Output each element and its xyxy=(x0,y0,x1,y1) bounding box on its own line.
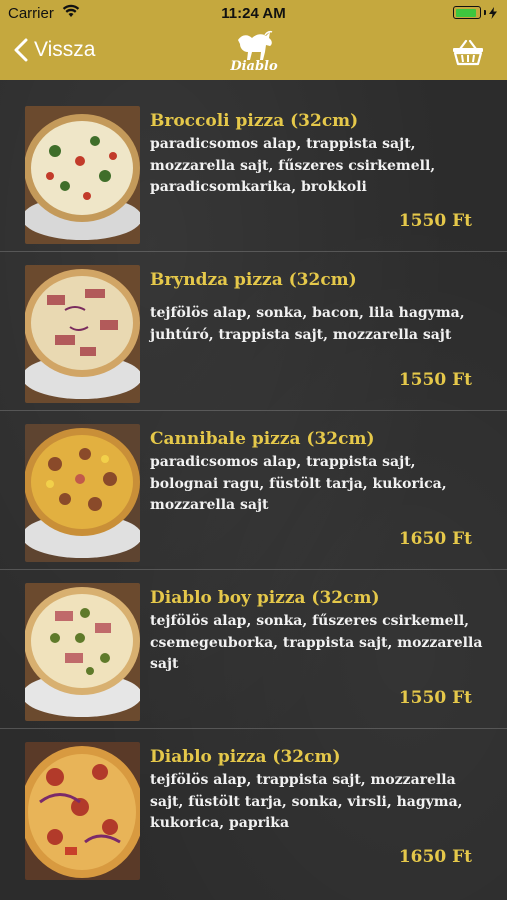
back-label: Vissza xyxy=(34,38,96,61)
pizza-image xyxy=(25,742,140,880)
item-price: 1650 Ft xyxy=(398,529,472,549)
item-price: 1550 Ft xyxy=(398,370,472,390)
menu-list: Broccoli pizza (32cm) paradicsomos alap,… xyxy=(0,80,507,900)
battery-icon xyxy=(453,6,497,19)
item-price: 1550 Ft xyxy=(398,211,472,231)
item-description: tejfölös alap, sonka, bacon, lila hagyma… xyxy=(150,305,465,343)
item-name: Diablo boy pizza (32cm) xyxy=(150,588,380,608)
basket-icon xyxy=(453,39,483,66)
item-name: Broccoli pizza (32cm) xyxy=(150,111,359,131)
item-name: Diablo pizza (32cm) xyxy=(150,747,341,767)
item-name: Cannibale pizza (32cm) xyxy=(150,429,375,449)
clock: 11:24 AM xyxy=(221,5,286,22)
menu-item-diablo-boy[interactable]: Diablo boy pizza (32cm) tejfölös alap, s… xyxy=(0,557,507,721)
item-description: tejfölös alap, sonka, fűszeres csirkemel… xyxy=(150,613,483,672)
pizza-image xyxy=(25,106,140,244)
menu-item-diablo[interactable]: Diablo pizza (32cm) tejfölös alap, trapp… xyxy=(0,716,507,880)
pizza-image xyxy=(25,265,140,403)
menu-item-cannibale[interactable]: Cannibale pizza (32cm) paradicsomos alap… xyxy=(0,398,507,562)
pizza-image xyxy=(25,583,140,721)
status-bar: Carrier 11:24 AM xyxy=(0,0,507,28)
pizza-image xyxy=(25,424,140,562)
item-price: 1650 Ft xyxy=(398,847,472,867)
item-description: paradicsomos alap, trappista sajt, mozza… xyxy=(150,136,436,195)
navigation-bar: Vissza Diablo xyxy=(0,28,507,80)
item-description: tejfölös alap, trappista sajt, mozzarell… xyxy=(150,772,463,831)
item-name: Bryndza pizza (32cm) xyxy=(150,270,357,290)
item-price: 1550 Ft xyxy=(398,688,472,708)
diablo-logo: Diablo xyxy=(224,28,284,80)
item-description: paradicsomos alap, trappista sajt, bolog… xyxy=(150,454,447,513)
chevron-left-icon xyxy=(14,38,28,62)
back-button[interactable]: Vissza xyxy=(14,38,95,62)
menu-item-broccoli[interactable]: Broccoli pizza (32cm) paradicsomos alap,… xyxy=(0,80,507,244)
cart-button[interactable] xyxy=(451,38,485,70)
menu-item-bryndza[interactable]: Bryndza pizza (32cm) tejfölös alap, sonk… xyxy=(0,239,507,403)
logo-text: Diablo xyxy=(230,59,278,74)
